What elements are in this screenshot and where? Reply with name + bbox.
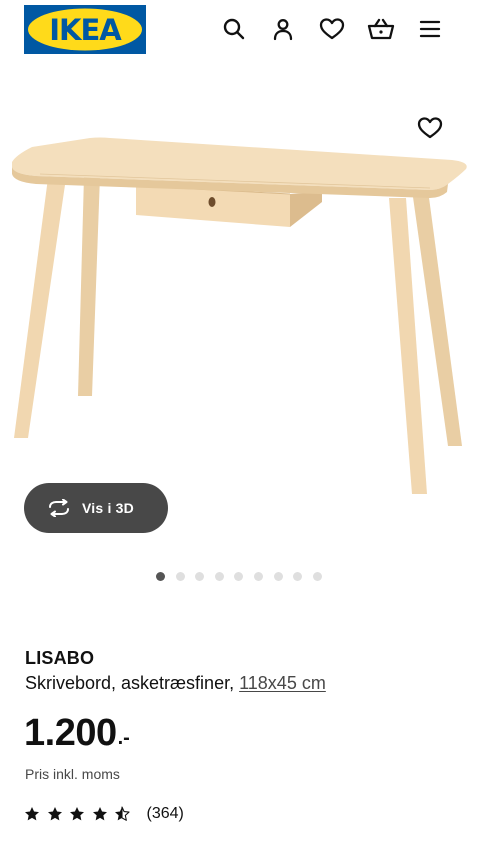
heart-icon[interactable] xyxy=(317,14,347,44)
menu-icon[interactable] xyxy=(415,14,445,44)
price-amount: 1.200 xyxy=(24,712,117,754)
star-full-icon xyxy=(25,807,39,821)
pagination-dot[interactable] xyxy=(253,572,263,581)
star-full-icon xyxy=(70,807,84,821)
pagination-dot[interactable] xyxy=(234,572,244,581)
product-type-text: Skrivebord, asketræsfiner, xyxy=(25,673,235,693)
rating-stars xyxy=(24,806,137,822)
save-to-list-button[interactable] xyxy=(414,112,446,144)
pagination-dot[interactable] xyxy=(273,572,283,581)
image-pagination xyxy=(156,572,332,582)
basket-icon[interactable] xyxy=(366,14,396,44)
star-full-icon xyxy=(47,807,62,821)
vat-note: Pris inkl. moms xyxy=(25,766,120,782)
review-count: (364) xyxy=(146,805,184,822)
heart-outline-icon xyxy=(417,117,443,139)
product-description: Skrivebord, asketræsfiner, 118x45 cm xyxy=(25,673,326,694)
pagination-dot[interactable] xyxy=(214,572,224,581)
rotate-3d-icon xyxy=(46,498,72,518)
price-suffix: .- xyxy=(117,727,130,749)
product-name: LISABO xyxy=(25,648,95,668)
product-rating[interactable]: (364) xyxy=(24,803,184,825)
product-price: 1.200 .- xyxy=(24,710,130,756)
product-size-link[interactable]: 118x45 cm xyxy=(239,673,326,693)
pagination-dot[interactable] xyxy=(156,572,165,581)
star-half-icon xyxy=(115,806,130,821)
logo-wordmark: IKEA xyxy=(49,13,122,47)
view-in-3d-label: Vis i 3D xyxy=(82,500,134,516)
pagination-dot[interactable] xyxy=(175,572,185,581)
pagination-dot[interactable] xyxy=(293,572,303,581)
search-icon[interactable] xyxy=(219,14,249,44)
top-header: IKEA xyxy=(0,0,480,60)
ikea-logo[interactable]: IKEA xyxy=(24,5,146,54)
pagination-dot[interactable] xyxy=(195,572,205,581)
view-in-3d-button[interactable]: Vis i 3D xyxy=(24,483,168,533)
pagination-dot[interactable] xyxy=(312,572,322,581)
user-icon[interactable] xyxy=(268,14,298,44)
star-full-icon xyxy=(92,807,107,821)
